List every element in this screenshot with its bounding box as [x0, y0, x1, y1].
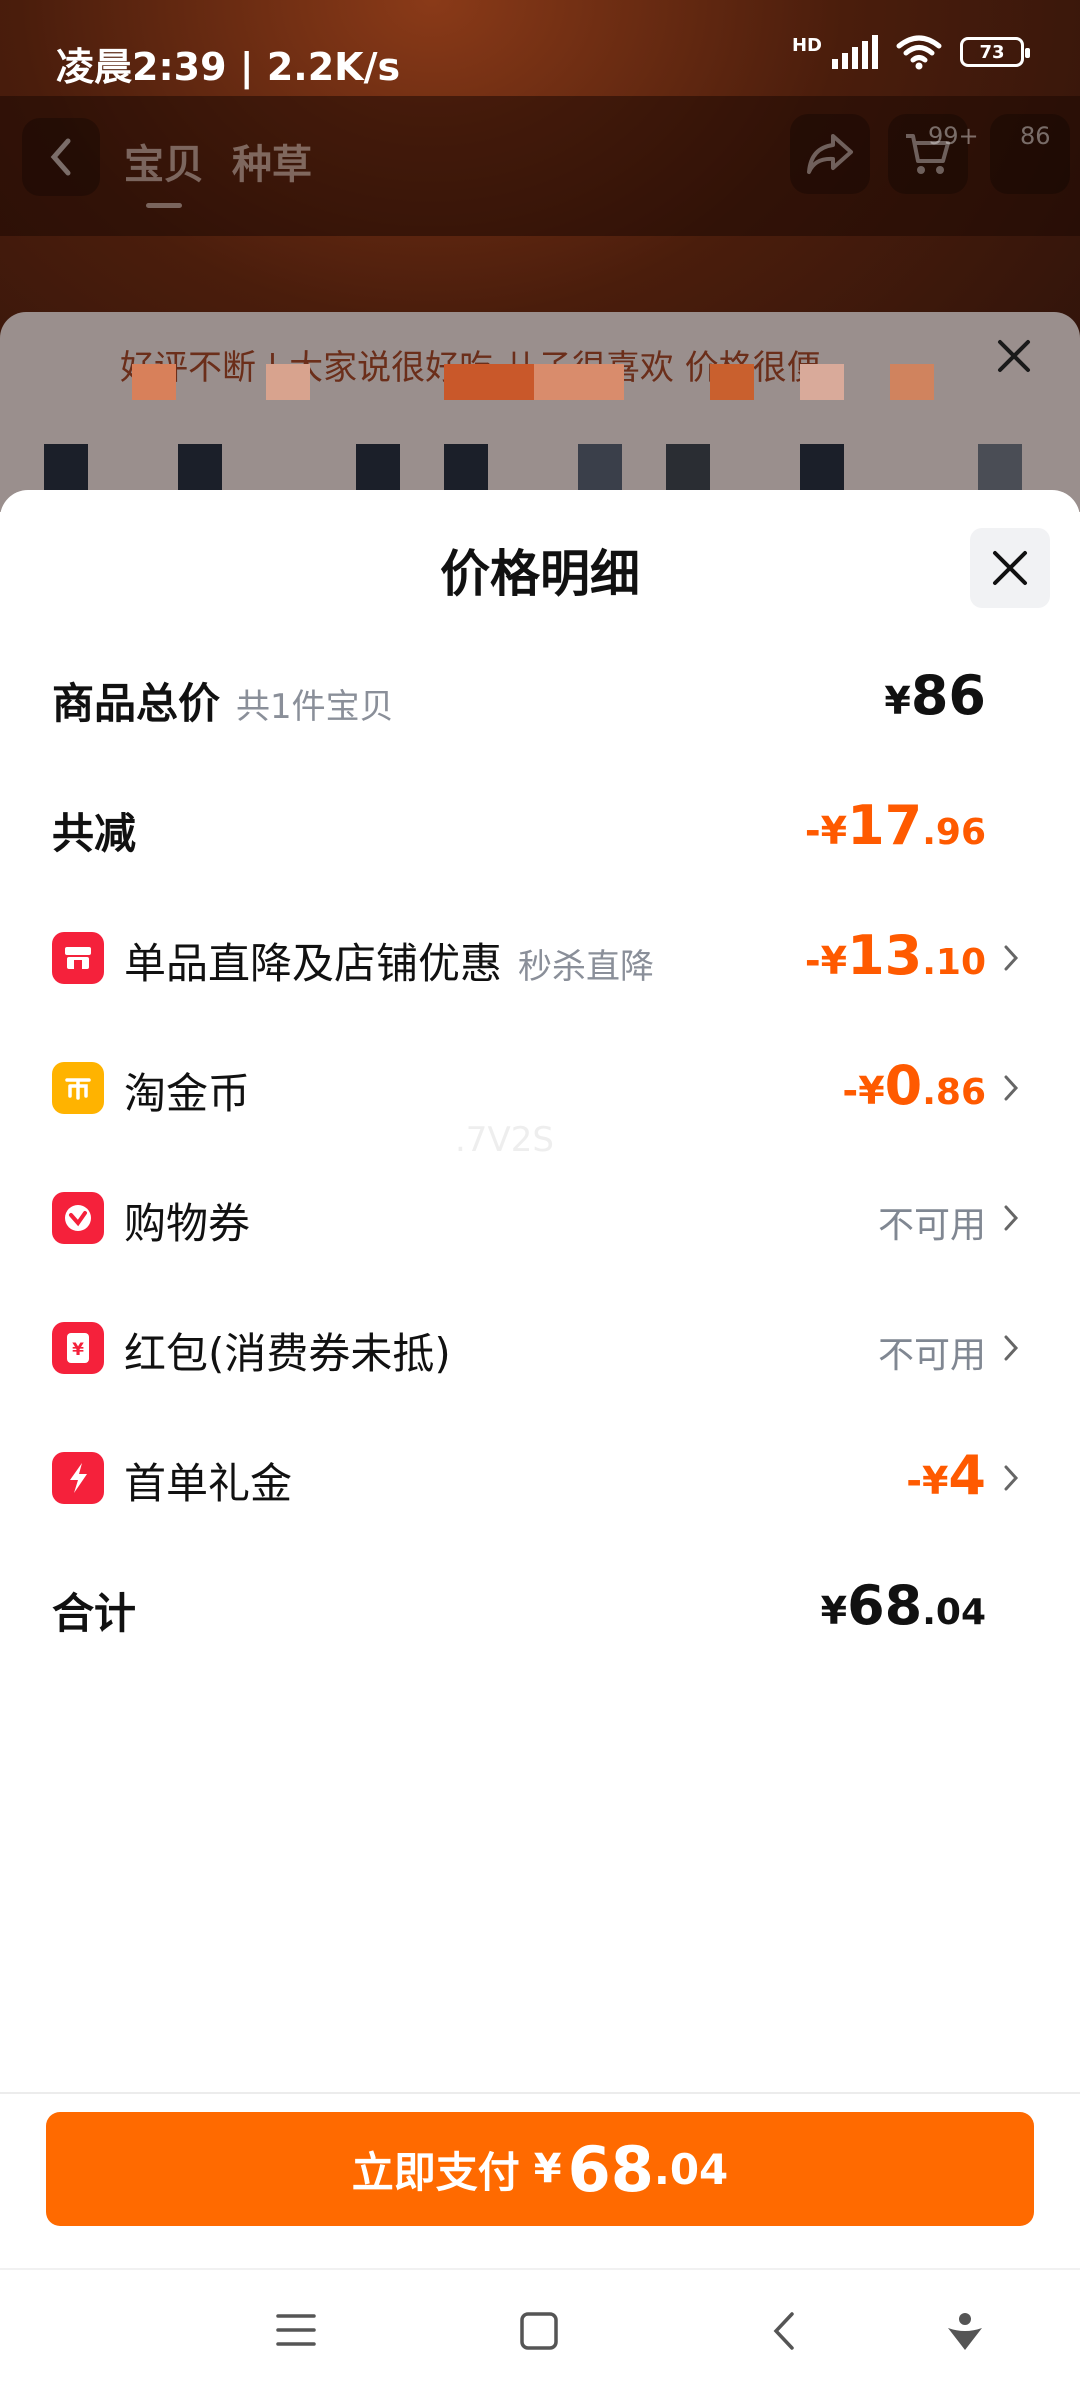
amount-currency: -¥ [804, 939, 848, 983]
amount-int: 68 [847, 1574, 923, 1637]
network-type: HD [791, 34, 822, 56]
amount: -¥13.10 [805, 924, 986, 987]
system-nav-bar [0, 2268, 1080, 2402]
pay-currency: ¥ [533, 2146, 562, 2192]
price-row-store-discount[interactable]: 单品直降及店铺优惠 秒杀直降 -¥13.10 [0, 902, 1080, 1012]
status-text: 不可用 [877, 1335, 986, 1376]
chevron-right-icon [1004, 945, 1019, 971]
cart-badge: 99+ [928, 122, 979, 150]
message-button[interactable]: 86 [990, 114, 1070, 194]
chevron-right-icon [1004, 1075, 1019, 1101]
row-label: 淘金币 [124, 1069, 251, 1118]
tab-zhongcao[interactable]: 种草 [232, 132, 312, 190]
row-label: 合计 [52, 1589, 137, 1638]
menu-icon[interactable] [274, 2310, 318, 2350]
amount-int: 4 [948, 1444, 986, 1507]
amount-currency: ¥ [820, 1589, 848, 1633]
pay-amount-dec: .04 [653, 2144, 729, 2194]
amount-dec: .10 [922, 942, 986, 983]
cart-button[interactable]: 99+ [888, 114, 979, 194]
row-label: 单品直降及店铺优惠 秒杀直降 [124, 930, 654, 991]
pay-label: 立即支付 [351, 2147, 520, 2197]
amount-currency: ¥ [884, 679, 911, 723]
chevron-right-icon [1004, 1335, 1019, 1361]
back-button[interactable] [22, 118, 100, 196]
svg-text:¥: ¥ [72, 1340, 84, 1360]
store-icon [52, 932, 104, 984]
amount: ¥86 [884, 664, 986, 727]
row-sub: 秒杀直降 [518, 947, 655, 987]
price-row-discount-total: 共减 -¥17.96 [0, 772, 1080, 882]
coupon-icon [52, 1192, 104, 1244]
battery-level: 73 [979, 41, 1005, 63]
watermark: .7V2S [455, 1120, 554, 1160]
amount: -¥17.96 [805, 794, 986, 857]
amount: -¥4 [906, 1444, 986, 1507]
amount-int: 17 [847, 794, 923, 857]
price-row-sum: 合计 ¥68.04 [0, 1552, 1080, 1662]
row-label: 共减 [52, 809, 137, 858]
row-label-text: 单品直降及店铺优惠 [124, 939, 503, 988]
status-text: 不可用 [877, 1205, 986, 1246]
close-icon[interactable] [994, 336, 1034, 376]
status-time: 凌晨2:39 | 2.2K/s [56, 45, 401, 89]
home-icon[interactable] [518, 2310, 560, 2352]
amount-dec: .96 [922, 812, 986, 853]
row-sub: 共1件宝贝 [236, 687, 394, 727]
amount-dec: .86 [922, 1072, 986, 1113]
back-nav-icon[interactable] [770, 2310, 800, 2352]
close-button[interactable] [970, 528, 1050, 608]
divider [0, 2092, 1080, 2094]
chevron-right-icon [1004, 1205, 1019, 1231]
tab-baobei[interactable]: 宝贝 [124, 132, 204, 208]
amount-int: 0 [884, 1054, 923, 1117]
amount-dec: .04 [922, 1592, 986, 1633]
close-icon [993, 551, 1027, 585]
price-row-coupon[interactable]: 购物券 不可用 [0, 1162, 1080, 1272]
status-bar: 凌晨2:39 | 2.2K/s HD 73 [0, 0, 1080, 96]
wifi-icon [896, 35, 942, 70]
share-icon [807, 134, 853, 174]
red-packet-icon: ¥ [52, 1322, 104, 1374]
chevron-left-icon [50, 138, 71, 176]
signal-icon [832, 35, 878, 69]
amount-int: 86 [910, 664, 986, 727]
row-label-text: 商品总价 [52, 679, 221, 728]
row-label: 红包(消费券未抵) [124, 1329, 451, 1378]
amount-currency: -¥ [842, 1069, 885, 1113]
row-label: 首单礼金 [124, 1459, 293, 1508]
pay-now-button[interactable]: 立即支付 ¥ 68 .04 [46, 2112, 1034, 2226]
amount-currency: -¥ [906, 1459, 949, 1503]
amount-currency: -¥ [804, 809, 848, 853]
status-icons: HD 73 [791, 34, 1030, 70]
sheet-title: 价格明细 [440, 545, 640, 603]
battery-icon: 73 [960, 37, 1030, 67]
row-label: 商品总价 共1件宝贝 [52, 670, 394, 731]
amount: -¥0.86 [842, 1054, 986, 1117]
review-banner-card: 好评不断 | 大家说很好吃 儿子很喜欢 价格很便 [0, 312, 1080, 512]
share-button[interactable] [790, 114, 870, 194]
amount: ¥68.04 [821, 1574, 986, 1637]
pay-amount-int: 68 [567, 2132, 654, 2206]
chevron-right-icon [1004, 1465, 1019, 1491]
gift-cash-icon [52, 1452, 104, 1504]
price-row-total: 商品总价 共1件宝贝 ¥86 [0, 642, 1080, 752]
row-label: 购物券 [124, 1199, 251, 1248]
assistant-icon[interactable] [944, 2310, 986, 2352]
price-row-red-packet[interactable]: ¥ 红包(消费券未抵) 不可用 [0, 1292, 1080, 1402]
amount-int: 13 [847, 924, 923, 987]
coin-icon [52, 1062, 104, 1114]
product-nav-bar: 宝贝 种草 99+ 86 [0, 96, 1080, 236]
price-row-first-order-gift[interactable]: 首单礼金 -¥4 [0, 1422, 1080, 1532]
message-badge: 86 [1020, 122, 1051, 150]
